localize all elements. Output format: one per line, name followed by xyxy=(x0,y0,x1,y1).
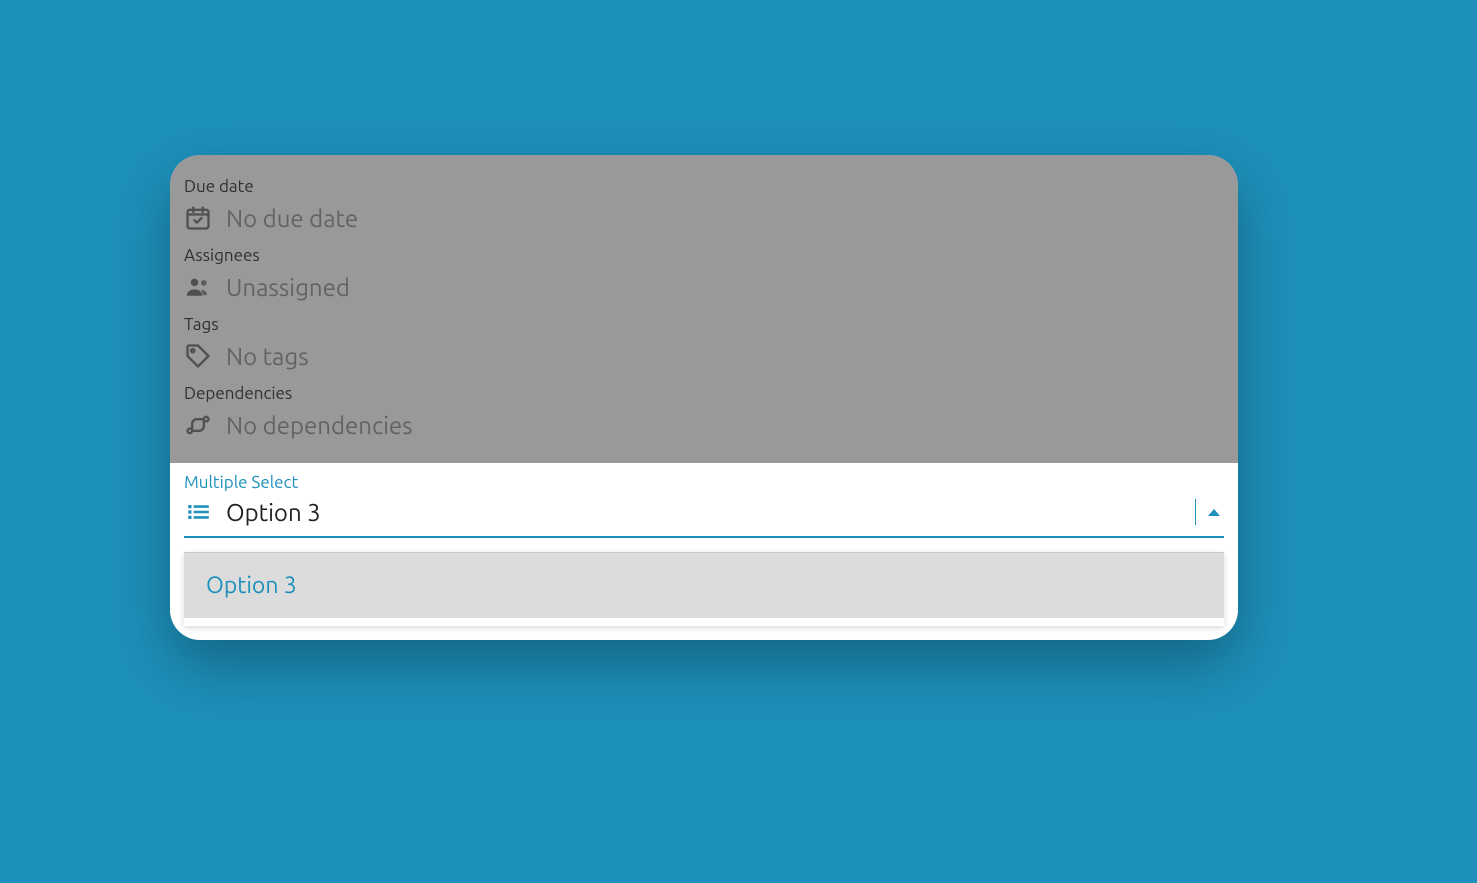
assignees-value-row: Unassigned xyxy=(184,273,1224,301)
multiple-select-label: Multiple Select xyxy=(184,473,1224,492)
multiple-select-input[interactable]: Option 3 xyxy=(226,499,1194,526)
due-date-label: Due date xyxy=(184,177,1224,196)
due-date-value-row: No due date xyxy=(184,204,1224,232)
due-date-value: No due date xyxy=(226,205,358,232)
tags-label: Tags xyxy=(184,315,1224,334)
tag-icon xyxy=(184,342,212,370)
multiple-select-dropdown: Option 3 xyxy=(184,552,1224,626)
text-caret xyxy=(1195,499,1196,525)
due-date-field[interactable]: Due date No due date xyxy=(170,177,1238,232)
list-icon xyxy=(184,498,212,526)
assignees-label: Assignees xyxy=(184,246,1224,265)
people-icon xyxy=(184,273,212,301)
dropdown-option[interactable]: Option 3 xyxy=(184,553,1224,618)
assignees-field[interactable]: Assignees Unassigned xyxy=(170,246,1238,301)
multiple-select-input-row: Option 3 xyxy=(184,498,1224,538)
task-details-card: Due date No due date Assignees xyxy=(170,155,1238,640)
dimmed-overlay: Due date No due date Assignees xyxy=(170,155,1238,463)
multiple-select-input-wrap: Option 3 xyxy=(226,499,1194,526)
dependencies-value: No dependencies xyxy=(226,412,413,439)
assignees-value: Unassigned xyxy=(226,274,350,301)
caret-up-icon[interactable] xyxy=(1208,509,1220,516)
dependencies-field[interactable]: Dependencies No dependencies xyxy=(170,384,1238,439)
dependencies-value-row: No dependencies xyxy=(184,411,1224,439)
multiple-select-field[interactable]: Multiple Select Option 3 xyxy=(170,463,1238,542)
route-icon xyxy=(184,411,212,439)
tags-value: No tags xyxy=(226,343,309,370)
tags-field[interactable]: Tags No tags xyxy=(170,315,1238,370)
calendar-check-icon xyxy=(184,204,212,232)
dependencies-label: Dependencies xyxy=(184,384,1224,403)
tags-value-row: No tags xyxy=(184,342,1224,370)
